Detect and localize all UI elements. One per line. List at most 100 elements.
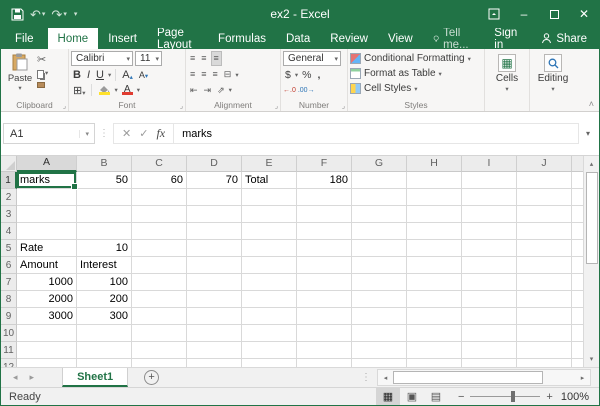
column-header-I[interactable]: I xyxy=(462,156,517,172)
tab-formulas[interactable]: Formulas xyxy=(208,28,276,49)
cell-H4[interactable] xyxy=(407,223,462,240)
minimize-button[interactable]: – xyxy=(509,0,539,28)
cell-H11[interactable] xyxy=(407,342,462,359)
cell-C11[interactable] xyxy=(132,342,187,359)
cell-C3[interactable] xyxy=(132,206,187,223)
column-header-J[interactable]: J xyxy=(517,156,572,172)
cell-D10[interactable] xyxy=(187,325,242,342)
row-header-12[interactable]: 12 xyxy=(1,359,17,367)
font-color-caret-icon[interactable]: ▾ xyxy=(137,86,140,94)
column-header-A[interactable]: A xyxy=(17,156,77,172)
cell-C5[interactable] xyxy=(132,240,187,257)
cell-F11[interactable] xyxy=(297,342,352,359)
cell-D4[interactable] xyxy=(187,223,242,240)
cell-A12[interactable] xyxy=(17,359,77,367)
grow-font-button[interactable]: A▴ xyxy=(120,69,135,81)
format-painter-button[interactable] xyxy=(37,82,48,88)
zoom-level[interactable]: 100% xyxy=(561,391,599,403)
cell-partial[interactable] xyxy=(572,206,583,223)
cell-E6[interactable] xyxy=(242,257,297,274)
cell-partial[interactable] xyxy=(572,342,583,359)
row-header-8[interactable]: 8 xyxy=(1,291,17,308)
cell-G1[interactable] xyxy=(352,172,407,189)
cell-G6[interactable] xyxy=(352,257,407,274)
cell-J11[interactable] xyxy=(517,342,572,359)
cell-I1[interactable] xyxy=(462,172,517,189)
row-header-2[interactable]: 2 xyxy=(1,189,17,206)
cell-H1[interactable] xyxy=(407,172,462,189)
column-header-D[interactable]: D xyxy=(187,156,242,172)
cell-E8[interactable] xyxy=(242,291,297,308)
cell-C6[interactable] xyxy=(132,257,187,274)
cell-D6[interactable] xyxy=(187,257,242,274)
cell-H2[interactable] xyxy=(407,189,462,206)
cell-C12[interactable] xyxy=(132,359,187,367)
align-right-button[interactable]: ≡ xyxy=(211,68,220,81)
cell-partial[interactable] xyxy=(572,189,583,206)
cell-I10[interactable] xyxy=(462,325,517,342)
column-header-B[interactable]: B xyxy=(77,156,132,172)
cell-E7[interactable] xyxy=(242,274,297,291)
undo-button[interactable]: ↶▾ xyxy=(30,8,45,21)
row-header-1[interactable]: 1 xyxy=(1,172,17,189)
underline-caret-icon[interactable]: ▾ xyxy=(108,71,111,79)
cell-partial[interactable] xyxy=(572,325,583,342)
cell-B11[interactable] xyxy=(77,342,132,359)
collapse-ribbon-icon[interactable]: ˄ xyxy=(589,99,594,109)
underline-button[interactable]: U xyxy=(94,69,106,81)
column-header-G[interactable]: G xyxy=(352,156,407,172)
cell-A7[interactable]: 1000 xyxy=(17,274,77,291)
font-name-select[interactable]: Calibri▾ xyxy=(71,51,133,66)
editing-button[interactable]: Editing ▾ xyxy=(532,51,574,93)
cell-I3[interactable] xyxy=(462,206,517,223)
borders-button[interactable]: ⊞▾ xyxy=(71,84,87,97)
middle-align-button[interactable]: ≡ xyxy=(199,52,208,65)
font-size-select[interactable]: 11▾ xyxy=(135,51,162,66)
cell-C9[interactable] xyxy=(132,308,187,325)
format-as-table-button[interactable]: Format as Table ▾ xyxy=(350,66,482,81)
cell-A4[interactable] xyxy=(17,223,77,240)
cell-B8[interactable]: 200 xyxy=(77,291,132,308)
cell-A11[interactable] xyxy=(17,342,77,359)
close-button[interactable]: ✕ xyxy=(569,0,599,28)
expand-formula-bar-icon[interactable]: ▾ xyxy=(579,129,597,138)
cut-button[interactable]: ✂ xyxy=(37,54,48,66)
sheet-next-icon[interactable]: ▸ xyxy=(30,372,35,383)
cell-D5[interactable] xyxy=(187,240,242,257)
paste-caret-icon[interactable]: ▾ xyxy=(18,84,21,92)
cell-partial[interactable] xyxy=(572,257,583,274)
undo-caret-icon[interactable]: ▾ xyxy=(42,11,46,18)
column-header-partial[interactable] xyxy=(572,156,583,172)
decrease-decimal-button[interactable]: .00→ xyxy=(298,87,315,94)
cell-G5[interactable] xyxy=(352,240,407,257)
decrease-indent-button[interactable]: ⇤ xyxy=(188,84,200,97)
cell-partial[interactable] xyxy=(572,240,583,257)
cell-I7[interactable] xyxy=(462,274,517,291)
maximize-button[interactable] xyxy=(539,0,569,28)
cell-G4[interactable] xyxy=(352,223,407,240)
cell-A3[interactable] xyxy=(17,206,77,223)
cell-B1[interactable]: 50 xyxy=(77,172,132,189)
percent-style-button[interactable]: % xyxy=(300,69,313,81)
zoom-out-button[interactable]: − xyxy=(458,391,464,403)
cell-B6[interactable]: Interest xyxy=(77,257,132,274)
cell-J8[interactable] xyxy=(517,291,572,308)
cell-A5[interactable]: Rate xyxy=(17,240,77,257)
cell-D1[interactable]: 70 xyxy=(187,172,242,189)
cell-G7[interactable] xyxy=(352,274,407,291)
increase-decimal-button[interactable]: ←.0 xyxy=(283,87,296,94)
cell-A2[interactable] xyxy=(17,189,77,206)
orientation-button[interactable]: ⇗ xyxy=(215,84,227,97)
cell-J2[interactable] xyxy=(517,189,572,206)
copy-button[interactable]: ▾ xyxy=(37,68,48,80)
center-button[interactable]: ≡ xyxy=(199,68,208,81)
cell-J3[interactable] xyxy=(517,206,572,223)
cell-J4[interactable] xyxy=(517,223,572,240)
increase-indent-button[interactable]: ⇥ xyxy=(202,84,214,97)
column-header-E[interactable]: E xyxy=(242,156,297,172)
scroll-down-icon[interactable]: ▾ xyxy=(584,351,599,367)
row-header-4[interactable]: 4 xyxy=(1,223,17,240)
cell-I9[interactable] xyxy=(462,308,517,325)
cell-D3[interactable] xyxy=(187,206,242,223)
cell-F4[interactable] xyxy=(297,223,352,240)
